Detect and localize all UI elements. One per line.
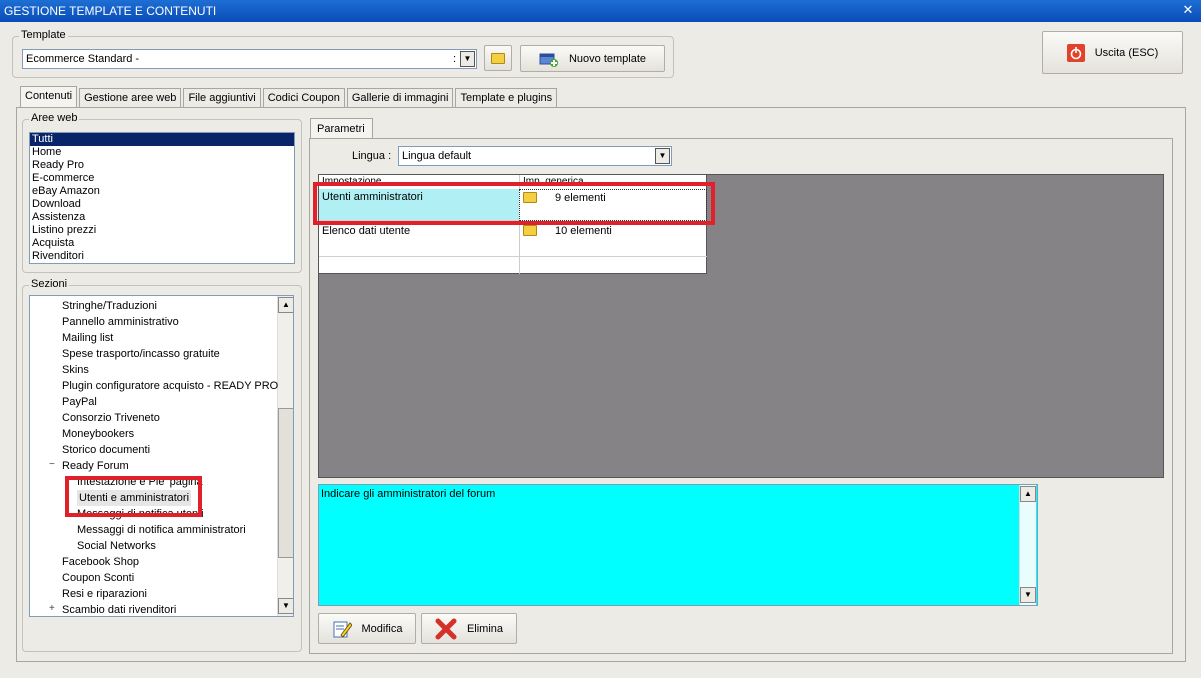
list-item[interactable]: E-commerce bbox=[30, 172, 294, 185]
list-item[interactable]: Acquista bbox=[30, 237, 294, 250]
scroll-up-icon[interactable]: ▲ bbox=[1020, 486, 1036, 502]
list-item[interactable]: eBay Amazon bbox=[30, 185, 294, 198]
power-icon bbox=[1066, 43, 1085, 62]
nuovo-template-label: Nuovo template bbox=[568, 52, 647, 65]
exit-button[interactable]: Uscita (ESC) bbox=[1042, 31, 1183, 74]
list-item[interactable]: Assistenza bbox=[30, 211, 294, 224]
main-tabs: Contenuti Gestione aree web File aggiunt… bbox=[20, 86, 559, 108]
scroll-up-icon[interactable]: ▲ bbox=[278, 297, 293, 313]
window-titlebar: GESTIONE TEMPLATE E CONTENUTI ✕ bbox=[0, 0, 1201, 22]
template-select[interactable]: Ecommerce Standard - : ▼ bbox=[22, 49, 477, 69]
list-item[interactable]: Download bbox=[30, 198, 294, 211]
lingua-value: Lingua default bbox=[402, 150, 472, 162]
sezioni-label: Sezioni bbox=[29, 278, 70, 290]
template-select-value: Ecommerce Standard - bbox=[26, 53, 140, 65]
list-item[interactable]: Home bbox=[30, 146, 294, 159]
add-window-icon bbox=[539, 53, 558, 67]
tree-node[interactable]: Facebook Shop bbox=[62, 554, 139, 570]
open-folder-button[interactable] bbox=[484, 45, 512, 71]
folder-icon bbox=[523, 225, 537, 236]
expand-icon[interactable]: + bbox=[49, 604, 58, 614]
edit-icon bbox=[333, 621, 352, 638]
elimina-label: Elimina bbox=[466, 622, 504, 635]
modifica-label: Modifica bbox=[361, 622, 403, 635]
tab-contenuti[interactable]: Contenuti bbox=[20, 86, 78, 107]
chevron-down-icon: ▼ bbox=[655, 148, 670, 164]
delete-icon bbox=[435, 618, 457, 639]
tree-node[interactable]: Mailing list bbox=[62, 330, 113, 346]
elimina-button[interactable]: Elimina bbox=[421, 613, 517, 644]
grid-divider bbox=[519, 257, 520, 274]
description-box[interactable]: Indicare gli amministratori del forum ▲ … bbox=[318, 484, 1038, 606]
tree-node[interactable]: Messaggi di notifica amministratori bbox=[77, 522, 246, 538]
highlight-tree-node bbox=[65, 476, 202, 517]
tree-node[interactable]: Stringhe/Traduzioni bbox=[62, 298, 157, 314]
window-title: GESTIONE TEMPLATE E CONTENUTI bbox=[4, 4, 217, 18]
nuovo-template-button[interactable]: Nuovo template bbox=[520, 45, 665, 72]
tree-node[interactable]: Coupon Sconti bbox=[62, 570, 134, 586]
tree-node[interactable]: Moneybookers bbox=[62, 426, 134, 442]
exit-label: Uscita (ESC) bbox=[1094, 46, 1159, 59]
tab-parametri[interactable]: Parametri bbox=[310, 118, 373, 139]
description-text: Indicare gli amministratori del forum bbox=[321, 488, 496, 500]
highlight-grid-row bbox=[313, 182, 715, 225]
folder-icon bbox=[491, 52, 505, 64]
modifica-button[interactable]: Modifica bbox=[318, 613, 416, 644]
template-group-label: Template bbox=[19, 29, 68, 41]
grid-row-value[interactable]: 10 elementi bbox=[519, 223, 707, 257]
tree-node[interactable]: PayPal bbox=[62, 394, 97, 410]
description-scrollbar[interactable]: ▲ ▼ bbox=[1019, 485, 1036, 605]
scroll-down-icon[interactable]: ▼ bbox=[1020, 587, 1036, 603]
close-icon[interactable]: ✕ bbox=[1181, 3, 1195, 17]
sezioni-scrollbar[interactable]: ▲ ▼ bbox=[277, 296, 293, 616]
tree-node[interactable]: Skins bbox=[62, 362, 89, 378]
tree-node[interactable]: Social Networks bbox=[77, 538, 156, 554]
tree-node[interactable]: Storico documenti bbox=[62, 442, 150, 458]
collapse-icon[interactable]: − bbox=[49, 460, 58, 470]
tab-gestione-aree-web[interactable]: Gestione aree web bbox=[79, 88, 182, 107]
tree-node[interactable]: Plugin configuratore acquisto - READY PR… bbox=[62, 378, 278, 394]
tree-node[interactable]: Ready Forum bbox=[62, 458, 129, 474]
aree-web-list[interactable]: Tutti Home Ready Pro E-commerce eBay Amazon D… bbox=[29, 132, 295, 264]
grid-row-name[interactable]: Elenco dati utente bbox=[319, 223, 519, 257]
lingua-select[interactable]: Lingua default ▼ bbox=[398, 146, 672, 166]
aree-web-label: Aree web bbox=[29, 112, 80, 124]
lingua-label: Lingua : bbox=[352, 150, 392, 162]
tree-node[interactable]: Spese trasporto/incasso gratuite bbox=[62, 346, 220, 362]
tab-codici-coupon[interactable]: Codici Coupon bbox=[262, 88, 345, 107]
grid-row-value-text: 10 elementi bbox=[555, 225, 612, 237]
list-item[interactable]: Ready Pro bbox=[30, 159, 294, 172]
tab-template-plugins[interactable]: Template e plugins bbox=[455, 88, 558, 107]
tree-node[interactable]: Pannello amministrativo bbox=[62, 314, 179, 330]
scroll-down-icon[interactable]: ▼ bbox=[278, 598, 293, 614]
list-item[interactable]: Listino prezzi bbox=[30, 224, 294, 237]
tree-node[interactable]: Consorzio Triveneto bbox=[62, 410, 160, 426]
chevron-down-icon: ▼ bbox=[460, 51, 475, 67]
scroll-thumb[interactable] bbox=[278, 408, 293, 558]
tree-node[interactable]: Scambio dati rivenditori bbox=[62, 602, 176, 616]
sezioni-tree[interactable]: ▲ ▼ Stringhe/Traduzioni Pannello amminist… bbox=[29, 295, 294, 617]
tab-file-aggiuntivi[interactable]: File aggiuntivi bbox=[183, 88, 261, 107]
list-item[interactable]: Rivenditori bbox=[30, 250, 294, 263]
list-item[interactable]: Tutti bbox=[30, 133, 294, 146]
tab-gallerie-immagini[interactable]: Gallerie di immagini bbox=[346, 88, 454, 107]
tree-node[interactable]: Resi e riparazioni bbox=[62, 586, 147, 602]
